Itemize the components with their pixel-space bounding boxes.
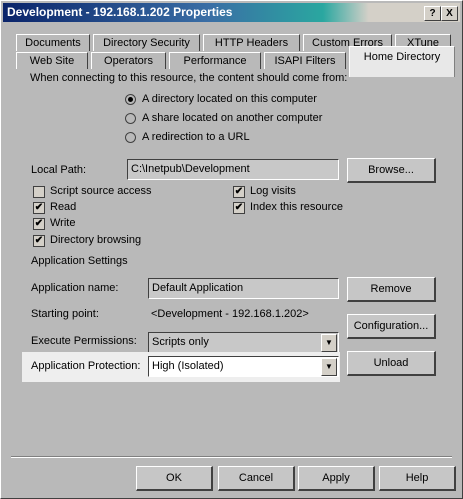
starting-point-value: <Development - 192.168.1.202> [151, 308, 309, 320]
checkbox-index-resource[interactable]: ✔ [233, 202, 245, 214]
checkbox-script-source-access[interactable] [33, 186, 45, 198]
checkbox-directory-browsing[interactable]: ✔ [33, 235, 45, 247]
tab-operators[interactable]: Operators [91, 52, 166, 69]
tab-http-headers[interactable]: HTTP Headers [203, 34, 300, 51]
tab-directory-security[interactable]: Directory Security [93, 34, 200, 51]
close-title-button[interactable]: X [441, 6, 458, 21]
configuration-button[interactable]: Configuration... [347, 314, 436, 339]
chevron-down-icon[interactable]: ▼ [321, 334, 337, 352]
footer-divider [11, 456, 452, 458]
radio-redirect-url-label: A redirection to a URL [142, 131, 250, 143]
tab-documents[interactable]: Documents [16, 34, 90, 51]
radio-share-label: A share located on another computer [142, 112, 323, 124]
radio-redirect-url[interactable] [125, 132, 136, 143]
script-source-access-label: Script source access [50, 185, 152, 197]
title-bar[interactable]: Development - 192.168.1.202 Properties ?… [3, 3, 460, 22]
read-label: Read [50, 201, 77, 213]
radio-share[interactable] [125, 113, 136, 124]
application-protection-value: High (Isolated) [152, 360, 224, 372]
browse-button[interactable]: Browse... [347, 158, 436, 183]
remove-button[interactable]: Remove [347, 277, 436, 302]
local-path-label: Local Path: [31, 164, 87, 176]
radio-local-directory-label: A directory located on this computer [142, 93, 317, 105]
tab-web-site[interactable]: Web Site [16, 52, 88, 69]
application-protection-label: Application Protection: [31, 360, 141, 372]
tab-home-directory[interactable]: Home Directory [349, 46, 455, 77]
unload-button[interactable]: Unload [347, 351, 436, 376]
directory-browsing-label: Directory browsing [50, 234, 142, 246]
write-label: Write [50, 217, 76, 229]
execute-permissions-label: Execute Permissions: [31, 335, 137, 347]
application-settings-heading: Application Settings [31, 255, 128, 267]
execute-permissions-select[interactable]: Scripts only ▼ [148, 332, 339, 353]
cancel-button[interactable]: Cancel [218, 466, 295, 491]
local-path-field[interactable]: C:\Inetpub\Development [127, 159, 339, 180]
radio-local-directory[interactable] [125, 94, 136, 105]
log-visits-label: Log visits [250, 185, 296, 197]
execute-permissions-value: Scripts only [152, 336, 209, 348]
intro-text: When connecting to this resource, the co… [30, 72, 348, 84]
help-title-button[interactable]: ? [424, 6, 441, 21]
starting-point-label: Starting point: [31, 308, 99, 320]
checkbox-log-visits[interactable]: ✔ [233, 186, 245, 198]
application-name-field[interactable]: Default Application [148, 278, 339, 299]
index-resource-label: Index this resource [250, 201, 343, 213]
help-button[interactable]: Help [379, 466, 456, 491]
application-name-label: Application name: [31, 282, 119, 294]
application-protection-select[interactable]: High (Isolated) ▼ [148, 356, 339, 377]
checkbox-write[interactable]: ✔ [33, 218, 45, 230]
tab-performance[interactable]: Performance [169, 52, 261, 69]
chevron-down-icon[interactable]: ▼ [321, 358, 337, 376]
window-title: Development - 192.168.1.202 Properties [7, 5, 233, 19]
ok-button[interactable]: OK [136, 466, 213, 491]
properties-dialog: Development - 192.168.1.202 Properties ?… [0, 0, 463, 499]
apply-button[interactable]: Apply [298, 466, 375, 491]
tab-isapi-filters[interactable]: ISAPI Filters [264, 52, 346, 69]
checkbox-read[interactable]: ✔ [33, 202, 45, 214]
